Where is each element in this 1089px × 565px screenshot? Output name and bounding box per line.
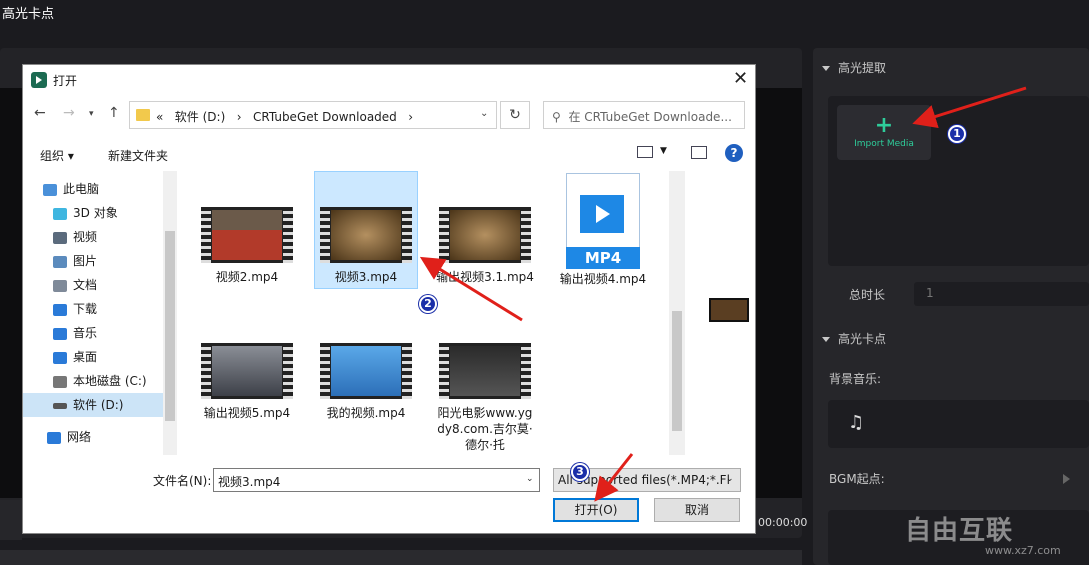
file-list-scrollbar[interactable]: [669, 171, 685, 455]
timeline-bar: [0, 550, 802, 565]
music-icon: [53, 327, 67, 340]
documents-icon: [53, 279, 67, 292]
filetype-dropdown-icon[interactable]: ⌄: [726, 474, 734, 484]
filename-dropdown-icon[interactable]: ⌄: [526, 474, 534, 484]
watermark-url: www.xz7.com: [985, 544, 1061, 557]
back-arrow-icon[interactable]: ←: [34, 105, 46, 121]
drive-d-icon: [53, 402, 67, 409]
folder-icon: [136, 109, 150, 121]
download-icon: [53, 303, 67, 316]
bgm-start-label: BGM起点:: [829, 472, 885, 486]
video-icon: [53, 231, 67, 244]
scroll-thumb[interactable]: [165, 231, 175, 421]
nav-item-drive-d[interactable]: 软件 (D:): [23, 393, 163, 417]
preview-thumbnail: [709, 298, 749, 322]
file-item[interactable]: 输出视频5.mp4: [195, 343, 299, 421]
organize-button[interactable]: 组织 ▾: [40, 147, 74, 164]
refresh-icon[interactable]: ↻: [500, 101, 530, 129]
app-title: 高光卡点: [2, 7, 55, 22]
dialog-toolbar: 组织 ▾ 新建文件夹 ▼ ?: [23, 141, 755, 167]
file-item-selected[interactable]: 视频3.mp4: [314, 171, 418, 289]
address-bar[interactable]: « 软件 (D:) › CRTubeGet Downloaded › ⌄: [129, 101, 497, 129]
breadcrumb-drive[interactable]: 软件 (D:): [175, 110, 225, 124]
drive-c-icon: [53, 375, 67, 388]
search-icon: ⚲: [552, 110, 561, 124]
mp4-file-icon: MP4: [566, 173, 640, 269]
import-media-label: Import Media: [854, 139, 914, 149]
step-badge-3: 3: [571, 463, 589, 481]
filename-label: 文件名(N):: [153, 474, 212, 488]
recent-dropdown-icon[interactable]: ▾: [89, 109, 94, 119]
step-badge-1: 1: [948, 125, 966, 143]
file-item[interactable]: 输出视频3.1.mp4: [433, 207, 537, 285]
view-dropdown-icon[interactable]: ▼: [660, 146, 667, 156]
desktop-icon: [53, 351, 67, 364]
total-duration-label: 总时长: [849, 288, 886, 302]
open-button[interactable]: 打开(O): [553, 498, 639, 522]
step-badge-2: 2: [419, 295, 437, 313]
dialog-titlebar: 打开 ✕: [23, 65, 755, 95]
view-mode-icon[interactable]: [637, 146, 653, 158]
video-thumbnail: [439, 207, 531, 263]
watermark-logo: 自由互联: [905, 516, 1014, 546]
search-input[interactable]: ⚲ 在 CRTubeGet Downloade...: [543, 101, 745, 129]
file-item[interactable]: 我的视频.mp4: [314, 343, 418, 421]
app-icon: [31, 72, 47, 88]
scroll-thumb[interactable]: [672, 311, 682, 431]
video-thumbnail: [320, 343, 412, 399]
open-file-dialog: 打开 ✕ ← → ▾ ↑ « 软件 (D:) › CRTubeGet Downl…: [22, 64, 756, 534]
file-item[interactable]: MP4 输出视频4.mp4: [551, 173, 655, 287]
navigation-pane: 此电脑 3D 对象 视频 图片 文档 下载 音乐 桌面 本地磁盘 (C:) 软件…: [23, 171, 179, 455]
help-icon[interactable]: ?: [725, 144, 743, 162]
player-control[interactable]: [0, 500, 22, 540]
collapse-icon: [822, 66, 830, 71]
video-thumbnail: [201, 343, 293, 399]
collapse-icon: [822, 337, 830, 342]
close-icon[interactable]: ✕: [733, 68, 748, 89]
import-media-button[interactable]: + Import Media: [837, 105, 931, 160]
up-arrow-icon[interactable]: ↑: [108, 105, 120, 121]
file-item[interactable]: 阳光电影www.ygdy8.com.吉尔莫·德尔·托: [433, 343, 537, 453]
video-thumbnail: [201, 207, 293, 263]
bgm-label: 背景音乐:: [829, 372, 882, 386]
total-duration-field[interactable]: 1: [914, 282, 1089, 306]
cancel-button[interactable]: 取消: [654, 498, 740, 522]
3d-objects-icon: [53, 207, 67, 220]
breadcrumb: « 软件 (D:) › CRTubeGet Downloaded ›: [156, 110, 414, 124]
filename-input[interactable]: 视频3.mp4: [213, 468, 540, 492]
timecode: 00:00:00: [758, 516, 808, 529]
music-note-icon: ♫: [848, 412, 865, 433]
bgm-selector[interactable]: ♫: [828, 400, 1089, 448]
dialog-title: 打开: [53, 74, 78, 88]
video-thumbnail: [439, 343, 531, 399]
breadcrumb-folder[interactable]: CRTubeGet Downloaded: [253, 110, 397, 124]
new-folder-button[interactable]: 新建文件夹: [108, 147, 168, 164]
pictures-icon: [53, 255, 67, 268]
plus-icon: +: [874, 113, 894, 138]
computer-icon: [43, 183, 57, 196]
network-icon: [47, 431, 61, 444]
nav-scrollbar[interactable]: [163, 171, 177, 455]
address-dropdown-icon[interactable]: ⌄: [480, 108, 488, 119]
preview-pane-icon[interactable]: [691, 146, 707, 159]
nav-item-this-pc[interactable]: 此电脑: [43, 177, 183, 201]
forward-arrow-icon[interactable]: →: [63, 105, 75, 121]
file-list: 视频2.mp4 视频3.mp4 输出视频3.1.mp4 MP4 输出视频4.mp…: [179, 171, 679, 455]
file-item[interactable]: 视频2.mp4: [195, 207, 299, 285]
section-header-beat[interactable]: 高光卡点: [822, 330, 886, 347]
navigation-bar: ← → ▾ ↑ « 软件 (D:) › CRTubeGet Downloaded…: [23, 99, 755, 131]
section-header-extract[interactable]: 高光提取: [822, 59, 886, 76]
play-icon[interactable]: [1063, 474, 1070, 484]
video-thumbnail: [320, 207, 412, 263]
